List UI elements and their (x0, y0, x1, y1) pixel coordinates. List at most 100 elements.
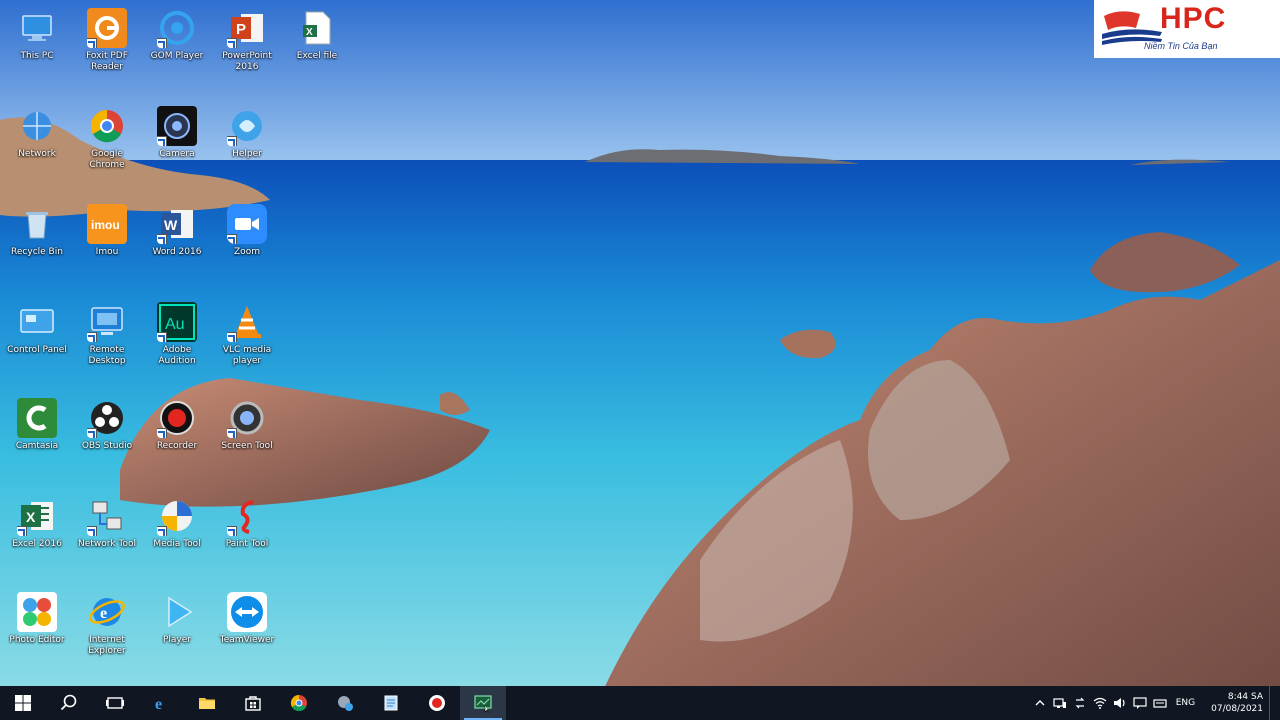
desktop-icon-internet-explorer[interactable]: e Internet Explorer (73, 588, 141, 680)
desktop-icon-word[interactable]: W Word 2016 (143, 200, 211, 292)
recycle-bin-icon (17, 204, 57, 244)
desktop-icon-recycle-bin[interactable]: Recycle Bin (3, 200, 71, 292)
desktop-icon-network[interactable]: Network (3, 102, 71, 194)
desktop-icon-zoom[interactable]: Zoom (213, 200, 281, 292)
desktop-icon-camtasia[interactable]: Camtasia (3, 394, 71, 486)
svg-text:X: X (306, 27, 313, 38)
desktop-icon-label: PowerPoint 2016 (222, 51, 272, 72)
excel-file-icon: X (297, 8, 337, 48)
tray-keyboard-icon[interactable] (1150, 686, 1170, 720)
zoom-icon (227, 204, 267, 244)
svg-text:P: P (236, 21, 246, 38)
desktop-icon-remote-desktop[interactable]: Remote Desktop (73, 298, 141, 390)
taskbar-file-explorer-button[interactable] (184, 686, 230, 720)
desktop-icon-camera[interactable]: Camera (143, 102, 211, 194)
desktop-icon-label: Network (18, 149, 56, 159)
desktop-icon-vlc[interactable]: VLC media player (213, 298, 281, 390)
taskbar-screen-capture-button[interactable] (460, 686, 506, 720)
tray-network-icon[interactable] (1050, 686, 1070, 720)
search-icon (60, 694, 77, 711)
tray-wifi-icon[interactable] (1090, 686, 1110, 720)
network-icon (17, 106, 57, 146)
desktop-icon-label: Network Tool (78, 539, 136, 549)
recorder-icon (157, 398, 197, 438)
desktop-icon-teamviewer[interactable]: TeamViewer (213, 588, 281, 680)
desktop-icon-label: Imou (95, 247, 119, 257)
tray-chevron-up-icon[interactable] (1030, 686, 1050, 720)
taskbar-app-button[interactable] (322, 686, 368, 720)
start-icon (15, 695, 31, 711)
remote-desktop-icon (87, 302, 127, 342)
desktop-icon-this-pc[interactable]: This PC (3, 4, 71, 96)
desktop-icon-screen-tool[interactable]: Screen Tool (213, 394, 281, 486)
ie-icon: e (87, 592, 127, 632)
desktop-icon-photo-editor[interactable]: Photo Editor (3, 588, 71, 680)
tray-volume-icon[interactable] (1110, 686, 1130, 720)
taskbar-edge-button[interactable]: e (138, 686, 184, 720)
desktop-icon-label: This PC (20, 51, 54, 61)
desktop-icon-label: Camtasia (15, 441, 59, 451)
desktop-icon-label: Control Panel (7, 345, 67, 355)
desktop-icon-paint-tool[interactable]: Paint Tool (213, 492, 281, 584)
desktop-icon-gom-player[interactable]: GOM Player (143, 4, 211, 96)
desktop-icon-recorder[interactable]: Recorder (143, 394, 211, 486)
svg-text:W: W (164, 217, 178, 233)
desktop-icon-label: Zoom (234, 247, 260, 257)
input-language-indicator[interactable]: ENG (1170, 698, 1201, 708)
screen-capture-icon (474, 695, 492, 713)
clock-time: 8:44 SA (1227, 692, 1263, 702)
desktop-icon-powerpoint[interactable]: P PowerPoint 2016 (213, 4, 281, 96)
edge-icon: e (155, 696, 162, 713)
foxit-reader-icon (87, 8, 127, 48)
imou-icon: imou (87, 204, 127, 244)
desktop-icon-network-tool[interactable]: Network Tool (73, 492, 141, 584)
desktop-icon-label: Camera (159, 149, 195, 159)
desktop-icon-excel[interactable]: X Excel 2016 (3, 492, 71, 584)
file-explorer-icon (199, 698, 215, 709)
desktop-icon-obs[interactable]: OBS Studio (73, 394, 141, 486)
search-button[interactable] (46, 686, 92, 720)
chrome-icon (87, 106, 127, 146)
desktop-icon-control-panel[interactable]: Control Panel (3, 298, 71, 390)
desktop-icon-label: Excel 2016 (12, 539, 62, 549)
media-tool-icon (157, 496, 197, 536)
powerpoint-icon: P (227, 8, 267, 48)
desktop-icon-label: Recycle Bin (11, 247, 63, 257)
teamviewer-icon (227, 592, 267, 632)
taskbar-clock[interactable]: 8:44 SA 07/08/2021 (1201, 691, 1269, 715)
task-view-icon (106, 697, 124, 709)
task-view-button[interactable] (92, 686, 138, 720)
network-tool-icon (87, 496, 127, 536)
desktop-icon-chrome[interactable]: Google Chrome (73, 102, 141, 194)
vlc-icon (227, 302, 267, 342)
svg-text:e: e (100, 605, 107, 622)
desktop-icon-label: Internet Explorer (88, 635, 126, 656)
show-desktop-button[interactable] (1269, 686, 1274, 720)
desktop-icon-label: Media Tool (153, 539, 201, 549)
desktop-icon-label: VLC media player (222, 345, 272, 366)
taskbar-notepad-button[interactable] (368, 686, 414, 720)
photo-editor-icon (17, 592, 57, 632)
desktop-icon-label: Google Chrome (89, 149, 125, 170)
desktop-icon-foxit-reader[interactable]: Foxit PDF Reader (73, 4, 141, 96)
desktop-icon-player[interactable]: Player (143, 588, 211, 680)
desktop-icon-label: Screen Tool (221, 441, 273, 451)
desktop-icon-imou[interactable]: imou Imou (73, 200, 141, 292)
desktop-icon-excel-file[interactable]: X Excel file (283, 4, 351, 96)
logo-slogan: Niềm Tin Của Bạn (1144, 41, 1218, 51)
desktop-icon-label: Excel file (296, 51, 338, 61)
tray-sync-icon[interactable] (1070, 686, 1090, 720)
desktop-icon-audition[interactable]: Au Adobe Audition (143, 298, 211, 390)
taskbar-store-button[interactable] (230, 686, 276, 720)
taskbar-recorder-button[interactable] (414, 686, 460, 720)
store-icon (245, 696, 261, 711)
hpc-logo-mark-icon (1102, 11, 1162, 45)
taskbar: e ENG 8:44 SA 07/08/2021 (0, 686, 1280, 720)
clock-date: 07/08/2021 (1211, 704, 1263, 714)
desktop-icon-media-tool[interactable]: Media Tool (143, 492, 211, 584)
desktop-icon-helper[interactable]: Helper (213, 102, 281, 194)
taskbar-chrome-button[interactable] (276, 686, 322, 720)
tray-message-icon[interactable] (1130, 686, 1150, 720)
start-button[interactable] (0, 686, 46, 720)
audition-icon: Au (157, 302, 197, 342)
